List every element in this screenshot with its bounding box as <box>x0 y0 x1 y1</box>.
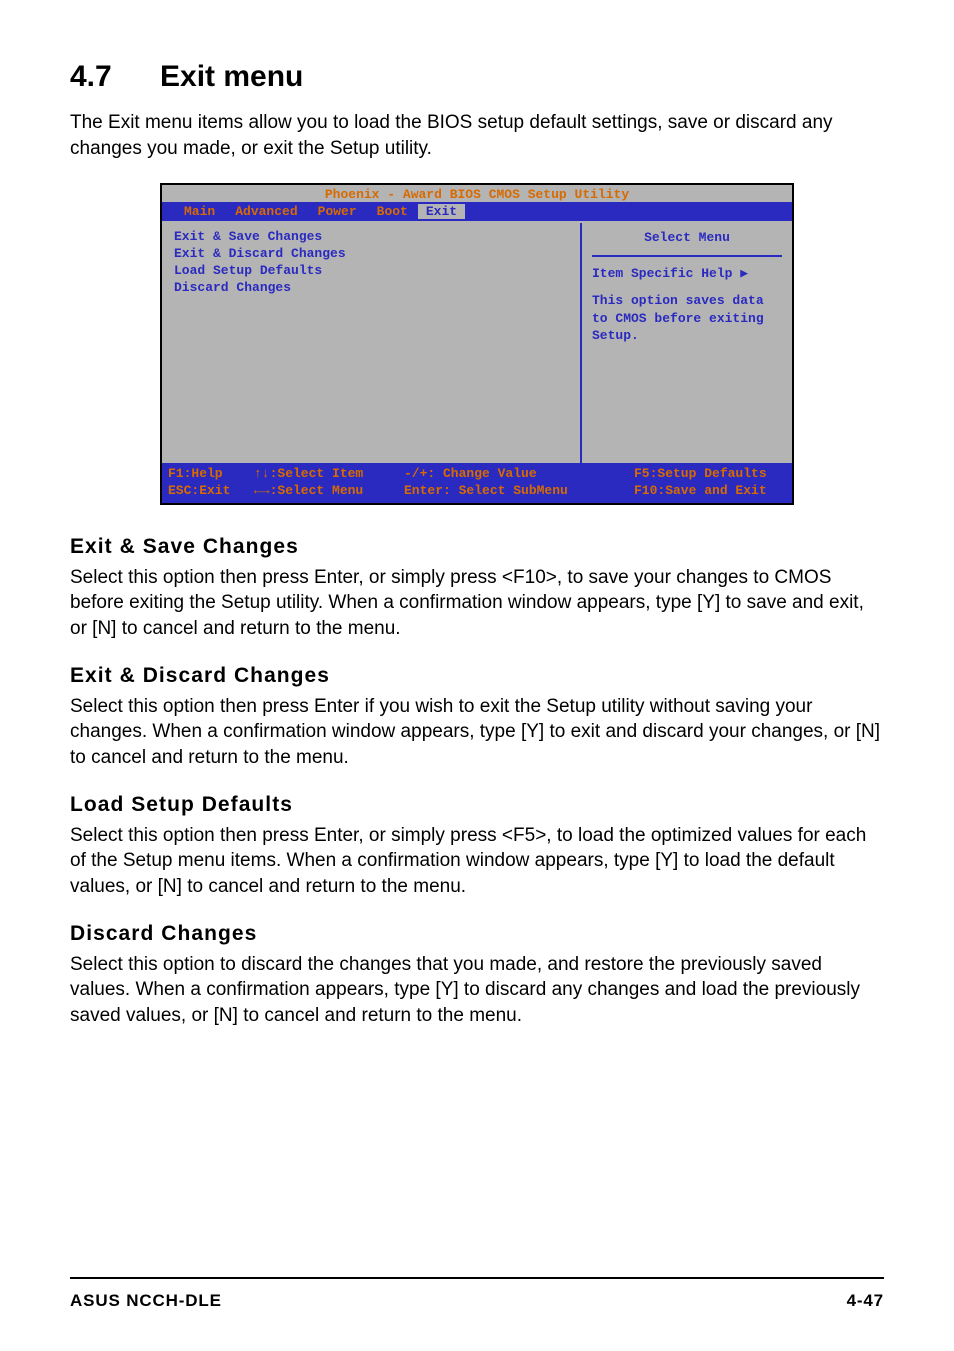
bios-help-pane: Select Menu Item Specific Help This opti… <box>582 223 792 463</box>
heading-exit-discard: Exit & Discard Changes <box>70 664 884 688</box>
item-specific-help-label: Item Specific Help <box>592 265 782 283</box>
para-load-defaults: Select this option then press Enter, or … <box>70 823 884 900</box>
para-discard-changes: Select this option to discard the change… <box>70 952 884 1029</box>
spacer <box>592 282 782 292</box>
para-exit-save: Select this option then press Enter, or … <box>70 565 884 642</box>
tab-boot[interactable]: Boot <box>367 204 418 219</box>
menu-item-discard-changes[interactable]: Discard Changes <box>174 280 568 297</box>
para-exit-discard: Select this option then press Enter if y… <box>70 694 884 771</box>
hint-select-submenu: Enter: Select SubMenu <box>404 483 614 499</box>
bios-window: Phoenix - Award BIOS CMOS Setup Utility … <box>160 183 794 505</box>
heading-discard-changes: Discard Changes <box>70 922 884 946</box>
footer-row: ESC:Exit ←→:Select Menu Enter: Select Su… <box>168 483 786 499</box>
intro-paragraph: The Exit menu items allow you to load th… <box>70 110 884 161</box>
bios-tab-bar: Main Advanced Power Boot Exit <box>162 202 792 221</box>
hint-f1-help: F1:Help <box>168 466 254 482</box>
select-menu-label: Select Menu <box>592 229 782 257</box>
heading-exit-save: Exit & Save Changes <box>70 535 884 559</box>
section-text: Exit menu <box>160 60 303 93</box>
menu-item-exit-save[interactable]: Exit & Save Changes <box>174 229 568 246</box>
section-title: 4.7Exit menu <box>70 60 884 94</box>
tab-power[interactable]: Power <box>308 204 367 219</box>
hint-save-exit: F10:Save and Exit <box>614 483 786 499</box>
tab-advanced[interactable]: Advanced <box>225 204 307 219</box>
bios-menu-pane: Exit & Save Changes Exit & Discard Chang… <box>162 223 582 463</box>
hint-setup-defaults: F5:Setup Defaults <box>614 466 786 482</box>
tab-main[interactable]: Main <box>174 204 225 219</box>
footer-left: ASUS NCCH-DLE <box>70 1291 222 1311</box>
menu-item-exit-discard[interactable]: Exit & Discard Changes <box>174 246 568 263</box>
section-number: 4.7 <box>70 60 160 94</box>
footer-right: 4-47 <box>847 1291 884 1311</box>
hint-select-menu: ←→:Select Menu <box>254 483 404 499</box>
menu-item-load-defaults[interactable]: Load Setup Defaults <box>174 263 568 280</box>
tab-exit[interactable]: Exit <box>418 204 465 219</box>
heading-load-defaults: Load Setup Defaults <box>70 793 884 817</box>
footer-rule <box>70 1277 884 1279</box>
hint-esc-exit: ESC:Exit <box>168 483 254 499</box>
hint-select-item: ↑↓:Select Item <box>254 466 404 482</box>
bios-body: Exit & Save Changes Exit & Discard Chang… <box>162 221 792 463</box>
page-footer: ASUS NCCH-DLE 4-47 <box>70 1291 884 1311</box>
hint-change-value: -/+: Change Value <box>404 466 614 482</box>
bios-footer: F1:Help ↑↓:Select Item -/+: Change Value… <box>162 463 792 503</box>
bios-title: Phoenix - Award BIOS CMOS Setup Utility <box>162 185 792 202</box>
item-specific-help-body: This option saves data to CMOS before ex… <box>592 292 782 345</box>
footer-row: F1:Help ↑↓:Select Item -/+: Change Value… <box>168 466 786 482</box>
